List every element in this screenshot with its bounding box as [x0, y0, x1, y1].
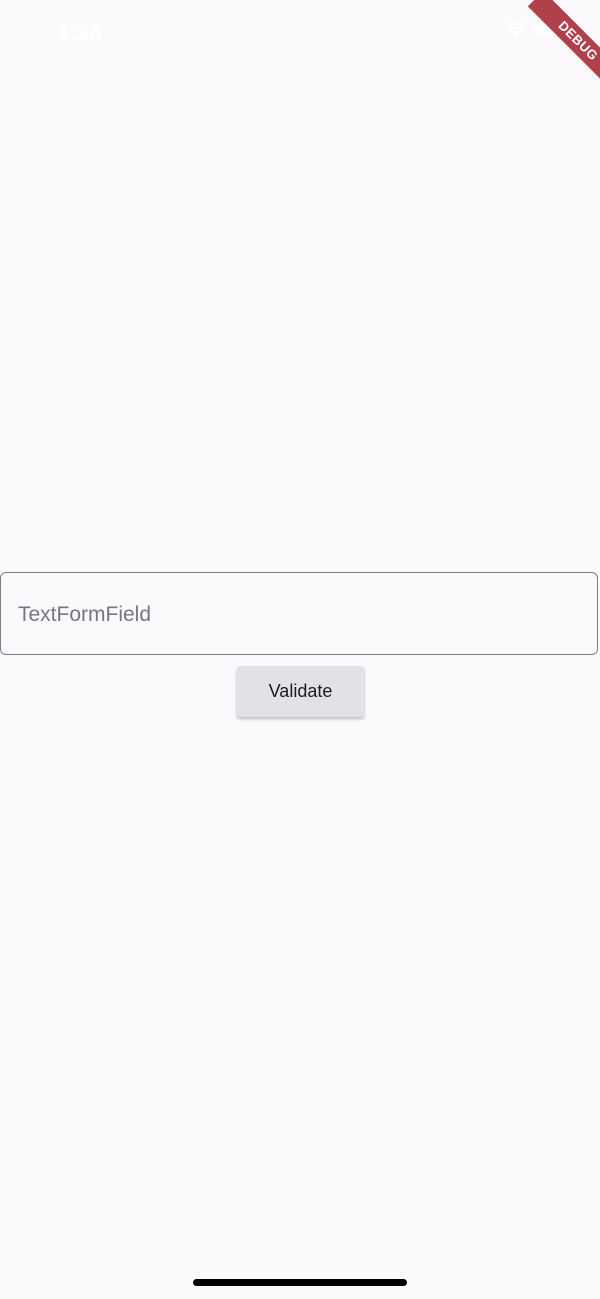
text-form-field[interactable]: TextFormField	[0, 572, 598, 655]
home-indicator[interactable]	[193, 1279, 407, 1286]
text-form-field-hint: TextFormField	[18, 603, 152, 626]
debug-ribbon-label: DEBUG	[527, 0, 600, 90]
validate-button[interactable]: Validate	[237, 666, 364, 717]
debug-banner: DEBUG	[510, 0, 600, 90]
status-time: 1:36	[58, 20, 103, 45]
